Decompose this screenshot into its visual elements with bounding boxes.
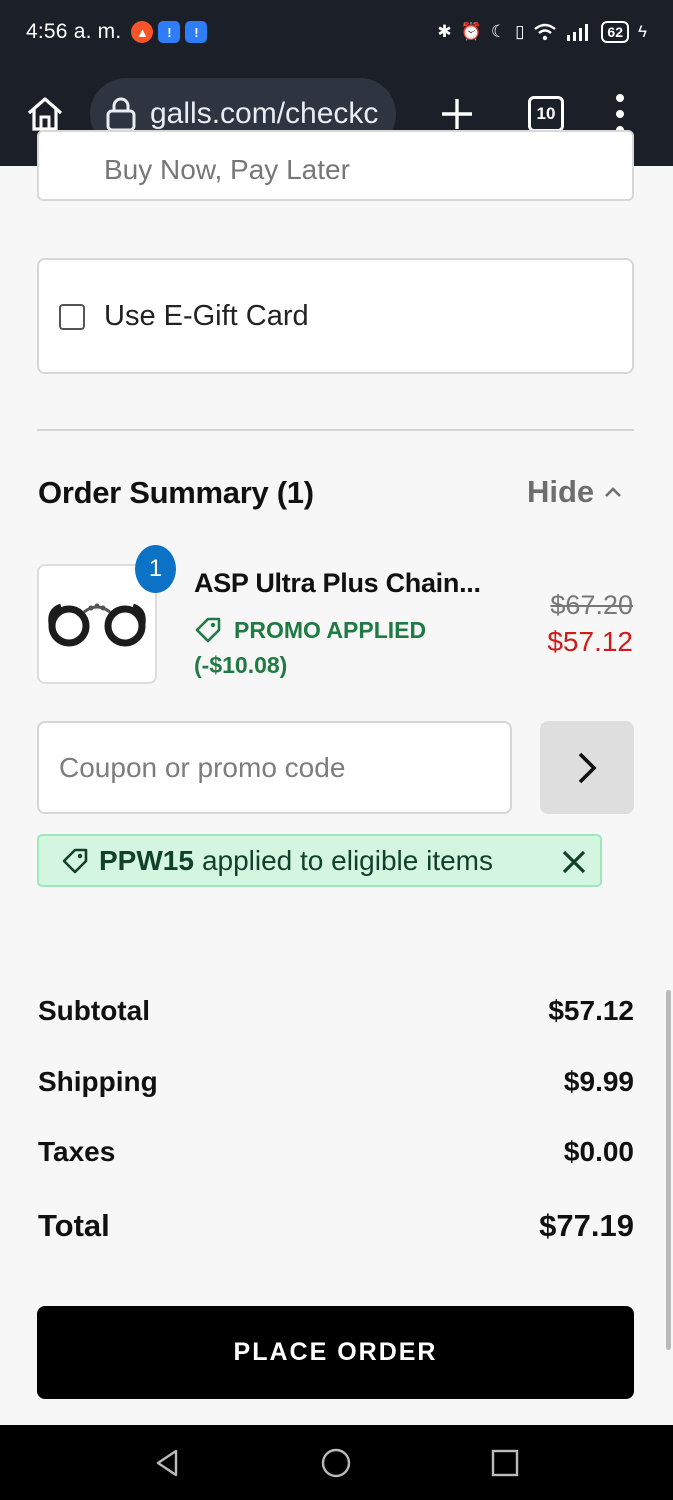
shipping-value: $9.99 xyxy=(563,1066,634,1097)
alarm-icon: ⏰ xyxy=(460,22,482,41)
total-label: Total xyxy=(38,1208,110,1243)
shipping-row: Shipping $9.99 xyxy=(38,1066,634,1098)
status-time: 4:56 a. m. xyxy=(26,20,122,43)
apply-coupon-button[interactable] xyxy=(540,721,634,814)
signal-icon xyxy=(567,24,589,41)
alert-icon: ! xyxy=(158,21,181,43)
promo-applied-row: PROMO APPLIED xyxy=(194,616,426,644)
quantity-badge: 1 xyxy=(135,545,176,593)
place-order-button[interactable]: PLACE ORDER xyxy=(37,1306,634,1399)
order-summary-title: Order Summary (1) xyxy=(38,475,314,510)
taxes-label: Taxes xyxy=(38,1136,116,1167)
taxes-value: $0.00 xyxy=(563,1136,634,1167)
home-icon[interactable] xyxy=(25,94,65,134)
coupon-input[interactable] xyxy=(37,721,512,814)
url-text: galls.com/checkc xyxy=(150,97,379,130)
back-icon[interactable] xyxy=(152,1447,184,1479)
handcuffs-icon xyxy=(48,603,146,647)
wifi-icon xyxy=(534,23,557,41)
section-divider xyxy=(37,429,634,431)
chevron-right-icon xyxy=(578,752,597,783)
vibrate-icon: ▯ xyxy=(515,22,525,41)
subtotal-value: $57.12 xyxy=(548,995,634,1026)
hide-label: Hide xyxy=(527,474,595,509)
applied-promo-banner: PPW15 applied to eligible items xyxy=(37,834,602,887)
taxes-row: Taxes $0.00 xyxy=(38,1136,634,1168)
system-icons: ✱ ⏰ ☾ ▯ 62 ϟ xyxy=(437,21,647,43)
brave-icon: ▲ xyxy=(131,21,154,43)
gift-card-checkbox[interactable] xyxy=(59,304,85,330)
bnpl-option[interactable]: Buy Now, Pay Later xyxy=(37,130,634,201)
total-value: $77.19 xyxy=(539,1208,634,1243)
charging-icon: ϟ xyxy=(638,22,647,41)
sale-price: $57.12 xyxy=(547,626,633,657)
new-tab-icon[interactable] xyxy=(437,94,477,134)
notification-icons: ▲ ! ! xyxy=(131,21,208,43)
subtotal-label: Subtotal xyxy=(38,995,150,1026)
moon-icon: ☾ xyxy=(490,22,507,41)
chevron-up-icon xyxy=(605,487,622,497)
tag-icon xyxy=(195,617,221,643)
gift-card-option[interactable]: Use E-Gift Card xyxy=(37,258,634,374)
promo-discount-amount: (-$10.08) xyxy=(194,652,288,678)
recents-icon[interactable] xyxy=(489,1447,521,1479)
tag-icon xyxy=(62,848,88,873)
alert-icon: ! xyxy=(185,21,208,43)
hide-summary-toggle[interactable]: Hide xyxy=(527,474,622,510)
bnpl-label: Buy Now, Pay Later xyxy=(104,154,350,185)
promo-applied-label: PROMO APPLIED xyxy=(234,616,427,643)
total-row: Total $77.19 xyxy=(38,1208,634,1244)
home-nav-icon[interactable] xyxy=(320,1447,352,1479)
tab-switcher-button[interactable]: 10 xyxy=(528,96,564,132)
bluetooth-icon: ✱ xyxy=(437,22,452,41)
shipping-label: Shipping xyxy=(38,1066,158,1097)
status-bar: 4:56 a. m. ▲ ! ! ✱ ⏰ ☾ ▯ 62 ϟ xyxy=(0,0,673,64)
product-name: ASP Ultra Plus Chain... xyxy=(194,568,481,598)
overflow-menu-icon[interactable] xyxy=(612,94,628,134)
promo-message: applied to eligible items xyxy=(201,844,493,876)
promo-code: PPW15 xyxy=(99,844,194,876)
subtotal-row: Subtotal $57.12 xyxy=(38,995,634,1027)
lock-icon xyxy=(106,97,136,132)
gift-card-label: Use E-Gift Card xyxy=(104,300,309,332)
system-nav-bar xyxy=(0,1425,673,1500)
battery-icon: 62 xyxy=(601,21,629,43)
page-scrollbar[interactable] xyxy=(666,990,671,1350)
close-icon[interactable] xyxy=(560,848,588,876)
original-price: $67.20 xyxy=(550,590,633,620)
